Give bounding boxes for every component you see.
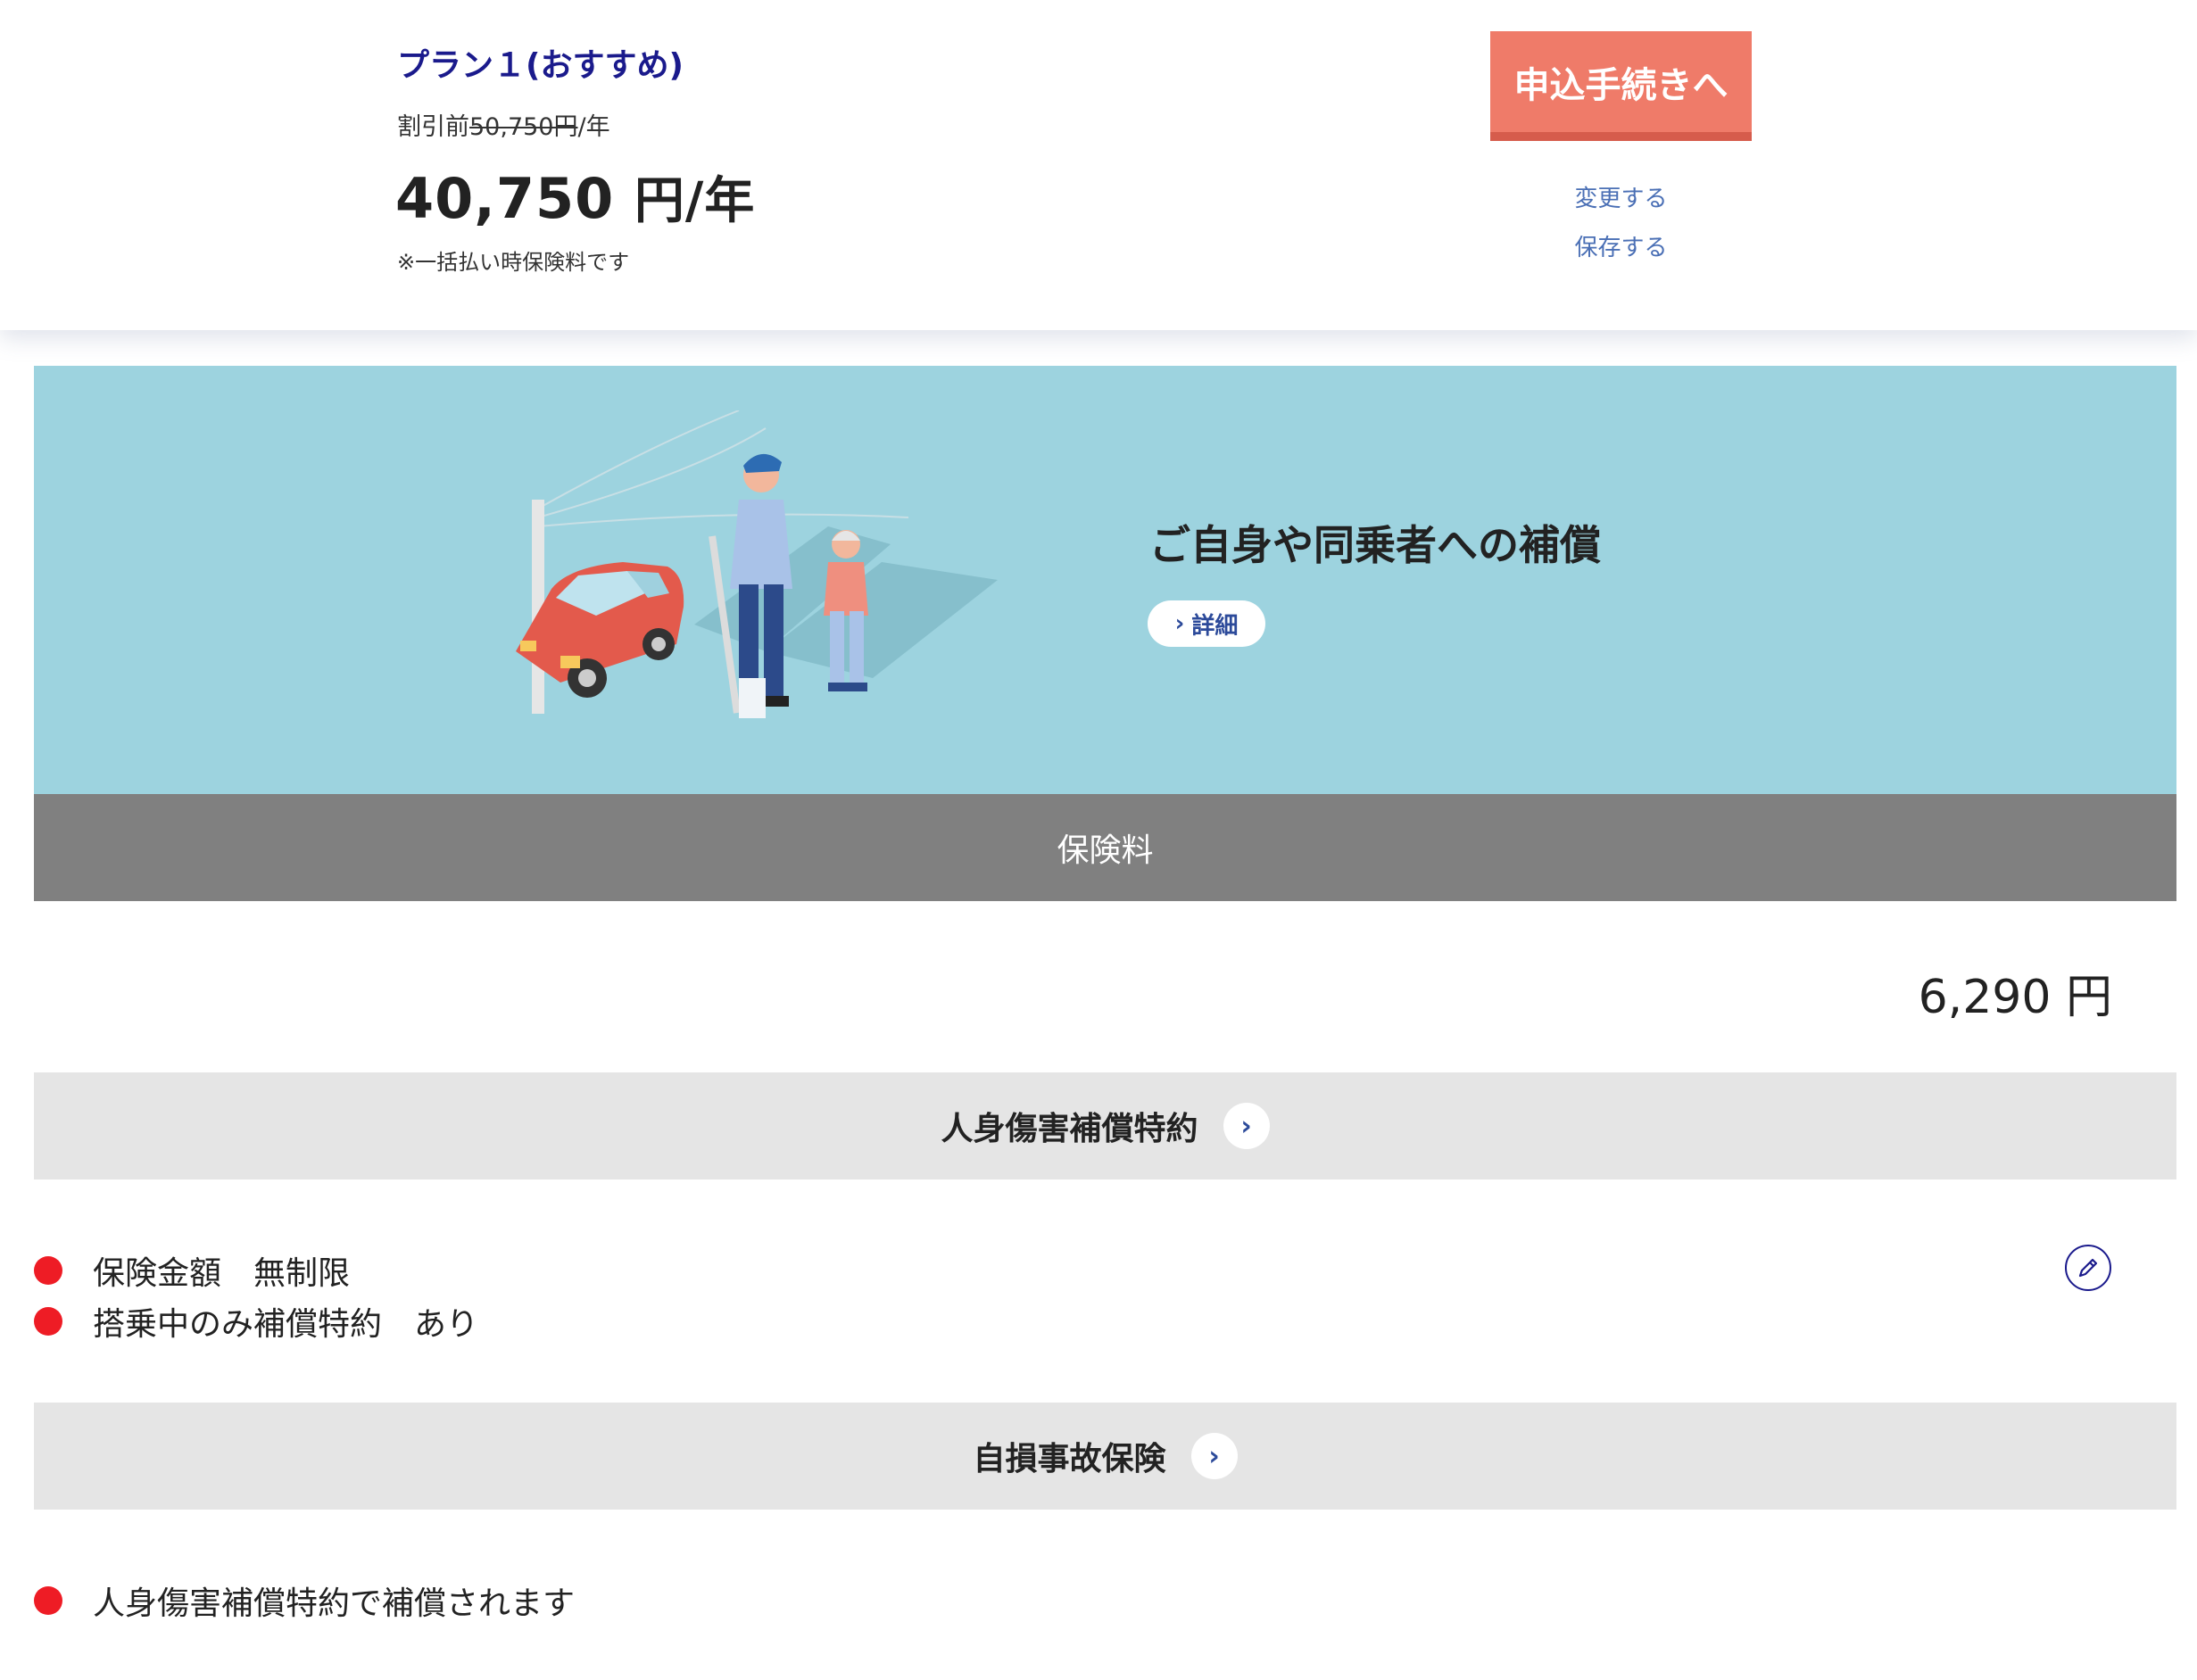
before-discount-prefix: 割引前 — [397, 113, 469, 141]
chevron-right-icon: › — [1174, 610, 1185, 637]
plan-title: プラン１(おすすめ) — [397, 47, 684, 84]
list-item: 搭乗中のみ補償特約 あり — [34, 1298, 478, 1345]
chevron-right-icon[interactable]: › — [1190, 1433, 1238, 1479]
edit-button[interactable] — [2065, 1245, 2111, 1291]
chevron-right-icon[interactable]: › — [1223, 1103, 1270, 1149]
section-title: 人身傷害補償特約 — [941, 1111, 1198, 1147]
premium-bar: 保険料 — [34, 794, 2176, 901]
list-item-text: 人身傷害補償特約で補償されます — [93, 1585, 576, 1622]
plan-summary-header: プラン１(おすすめ) 割引前50,750円/年 40,750 円/年 ※一括払い… — [0, 0, 2197, 330]
list-item-text: 搭乗中のみ補償特約 あり — [93, 1306, 479, 1343]
coverage-banner: ご自身や同乗者への補償 › 詳細 — [34, 366, 2176, 794]
annual-price-unit: 円/年 — [634, 172, 756, 230]
before-discount-amount: 50,750円 — [469, 113, 578, 141]
list-item-text: 保険金額 無制限 — [93, 1255, 351, 1292]
banner-title: ご自身や同乗者への補償 — [1149, 521, 1601, 569]
save-link[interactable]: 保存する — [1490, 229, 1752, 262]
section-title: 自損事故保険 — [973, 1441, 1166, 1477]
premium-label: 保険料 — [1057, 832, 1154, 869]
annual-price: 40,750 円/年 — [395, 161, 755, 233]
premium-value: 6,290 円 — [1918, 971, 2112, 1024]
bullet-icon — [34, 1586, 62, 1615]
price-note: ※一括払い時保険料です — [397, 250, 630, 275]
detail-button-label: 詳細 — [1191, 612, 1239, 640]
list-item: 人身傷害補償特約で補償されます — [34, 1577, 575, 1624]
before-discount-price: 割引前50,750円/年 — [397, 107, 610, 142]
bullet-icon — [34, 1307, 62, 1336]
annual-price-amount: 40,750 — [395, 166, 615, 231]
section-personal-injury[interactable]: 人身傷害補償特約 › — [34, 1072, 2176, 1179]
pencil-icon — [2078, 1258, 2098, 1278]
change-link[interactable]: 変更する — [1490, 180, 1752, 213]
before-discount-suffix: /年 — [577, 113, 610, 141]
detail-button[interactable]: › 詳細 — [1148, 600, 1265, 647]
section-self-accident[interactable]: 自損事故保険 › — [34, 1403, 2176, 1510]
apply-button[interactable]: 申込手続きへ — [1490, 31, 1752, 141]
list-item: 保険金額 無制限 — [34, 1247, 350, 1294]
accident-illustration — [516, 410, 998, 718]
bullet-icon — [34, 1256, 62, 1285]
